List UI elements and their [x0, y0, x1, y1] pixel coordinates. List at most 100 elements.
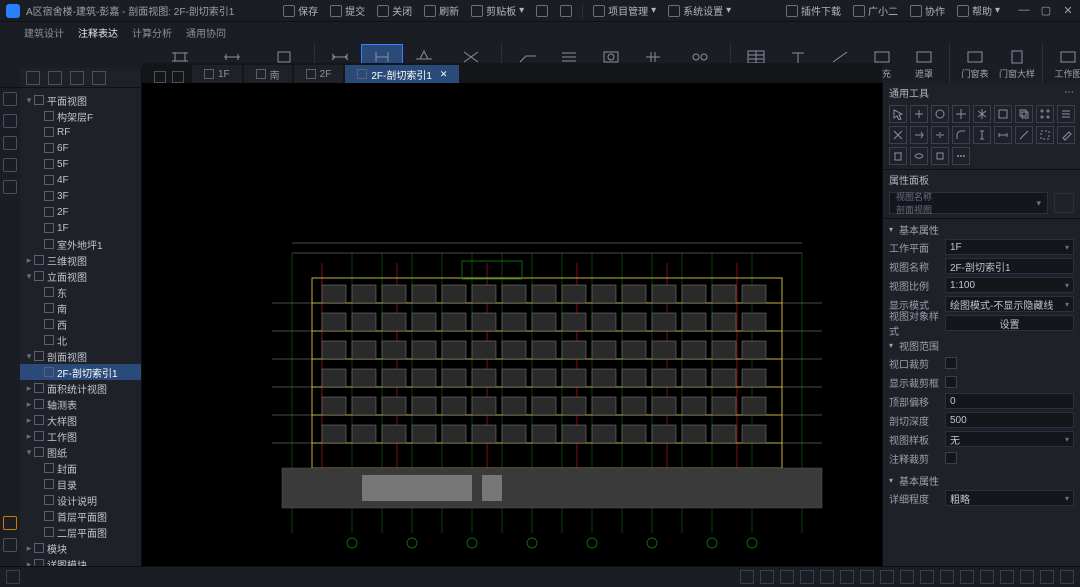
tool-move[interactable]	[952, 105, 970, 123]
sec-range[interactable]: ▾视图范围	[889, 337, 1074, 353]
project-menu[interactable]: 项目管理▾	[593, 3, 656, 18]
tool-hide[interactable]	[910, 147, 928, 165]
submit-button[interactable]: 提交	[330, 3, 365, 18]
viewport[interactable]	[142, 83, 882, 566]
tool-array[interactable]	[1036, 105, 1054, 123]
tool-paint[interactable]	[1057, 126, 1075, 144]
menu-annotation[interactable]: 注释表达	[78, 25, 118, 40]
tree-node[interactable]: ▸轴测表	[20, 396, 141, 412]
status-track[interactable]	[820, 570, 834, 584]
tree-node[interactable]: 2F	[20, 204, 141, 220]
tree-node[interactable]: 5F	[20, 156, 141, 172]
tree-filter-4[interactable]	[92, 71, 106, 85]
prop-input[interactable]: 2F-剖切索引1	[945, 258, 1074, 274]
maximize-button[interactable]: ▢	[1040, 4, 1052, 17]
sec-basic2[interactable]: ▾基本属性	[889, 472, 1074, 488]
tool-delete[interactable]	[889, 147, 907, 165]
tree-node[interactable]: 构架层F	[20, 108, 141, 124]
tree-node[interactable]: ▸面积统计视图	[20, 380, 141, 396]
rail-btn-2[interactable]	[3, 114, 17, 128]
tool-split[interactable]	[931, 126, 949, 144]
tree-node[interactable]: 3F	[20, 188, 141, 204]
doc-tab[interactable]: 2F-剖切索引1✕	[345, 65, 459, 83]
tree-filter-2[interactable]	[48, 71, 62, 85]
redo-button[interactable]	[560, 5, 572, 17]
tool-rotate[interactable]	[931, 105, 949, 123]
status-snap[interactable]	[740, 570, 754, 584]
tree-node[interactable]: 室外地坪1	[20, 236, 141, 252]
doc-tab[interactable]: 1F	[192, 65, 242, 83]
tool-pan[interactable]	[910, 105, 928, 123]
tool-isolate[interactable]	[931, 147, 949, 165]
tool-align[interactable]	[1057, 105, 1075, 123]
tree-node[interactable]: 6F	[20, 140, 141, 156]
undo-button[interactable]	[536, 5, 548, 17]
tree-node[interactable]: RF	[20, 124, 141, 140]
status-more2[interactable]	[920, 570, 934, 584]
prop-input[interactable]: 500	[945, 412, 1074, 428]
sec-basic[interactable]: ▾基本属性	[889, 221, 1074, 237]
tool-fillet[interactable]	[952, 126, 970, 144]
tree-node[interactable]: 4F	[20, 172, 141, 188]
status-more6[interactable]	[1000, 570, 1014, 584]
tool-offset[interactable]	[994, 105, 1012, 123]
status-grid[interactable]	[760, 570, 774, 584]
tree-node[interactable]: ▸详图模块	[20, 556, 141, 566]
prop-filter-button[interactable]	[1054, 193, 1074, 213]
tool-more[interactable]	[952, 147, 970, 165]
tree-node[interactable]: 二层平面图	[20, 524, 141, 540]
close-doc-button[interactable]: 关闭	[377, 3, 412, 18]
prop-dropdown[interactable]: 绘图模式-不显示隐藏线	[945, 296, 1074, 312]
status-msg[interactable]	[6, 570, 20, 584]
user-button[interactable]: 广小二	[853, 3, 898, 18]
status-ortho[interactable]	[780, 570, 794, 584]
rail-btn-4[interactable]	[3, 158, 17, 172]
tree-node[interactable]: 封面	[20, 460, 141, 476]
menu-collab[interactable]: 通用协同	[186, 25, 226, 40]
tree-node[interactable]: ▾剖面视图	[20, 348, 141, 364]
tab-nav-prev[interactable]	[154, 71, 166, 83]
doc-tab[interactable]: 2F	[294, 65, 344, 83]
tree-node[interactable]: 西	[20, 316, 141, 332]
tree-node[interactable]: ▸模块	[20, 540, 141, 556]
menu-arch-design[interactable]: 建筑设计	[24, 25, 64, 40]
tree-node[interactable]: ▸三维视图	[20, 252, 141, 268]
menu-calc[interactable]: 计算分析	[132, 25, 172, 40]
tree-node[interactable]: 首层平面图	[20, 508, 141, 524]
prop-checkbox[interactable]	[945, 357, 957, 369]
rail-notify[interactable]	[3, 516, 17, 530]
tree-node[interactable]: ▾立面视图	[20, 268, 141, 284]
save-button[interactable]: 保存	[283, 3, 318, 18]
refresh-button[interactable]: 刷新	[424, 3, 459, 18]
rbtn-mask[interactable]: 遮罩	[903, 44, 945, 86]
status-osnap[interactable]	[800, 570, 814, 584]
tool-mirror[interactable]	[973, 105, 991, 123]
prop-dropdown[interactable]: 粗略	[945, 490, 1074, 506]
prop-checkbox[interactable]	[945, 376, 957, 388]
tab-nav-home[interactable]	[172, 71, 184, 83]
status-more5[interactable]	[980, 570, 994, 584]
tree-node[interactable]: 1F	[20, 220, 141, 236]
tool-dim-v[interactable]	[973, 126, 991, 144]
prop-input[interactable]: 0	[945, 393, 1074, 409]
tree-node[interactable]: 北	[20, 332, 141, 348]
collab-button[interactable]: 协作	[910, 3, 945, 18]
rail-btn-5[interactable]	[3, 180, 17, 194]
status-more3[interactable]	[940, 570, 954, 584]
plugin-button[interactable]: 插件下载	[786, 3, 841, 18]
prop-button[interactable]: 设置	[945, 315, 1074, 331]
close-button[interactable]: ✕	[1062, 4, 1074, 17]
rail-btn-3[interactable]	[3, 136, 17, 150]
tree-node[interactable]: 2F-剖切索引1	[20, 364, 141, 380]
tool-group[interactable]	[1036, 126, 1054, 144]
help-button[interactable]: 帮助▾	[957, 3, 1000, 18]
tree-node[interactable]: 东	[20, 284, 141, 300]
prop-dropdown[interactable]: 1:100	[945, 277, 1074, 293]
clipboard-button[interactable]: 剪贴板▾	[471, 3, 524, 18]
status-more4[interactable]	[960, 570, 974, 584]
tree-node[interactable]: 设计说明	[20, 492, 141, 508]
rail-cloud[interactable]	[3, 538, 17, 552]
prop-type-select[interactable]: 视图名称 剖面视图▾	[889, 192, 1048, 214]
tree-node[interactable]: ▾平面视图	[20, 92, 141, 108]
minimize-button[interactable]: —	[1018, 4, 1030, 17]
